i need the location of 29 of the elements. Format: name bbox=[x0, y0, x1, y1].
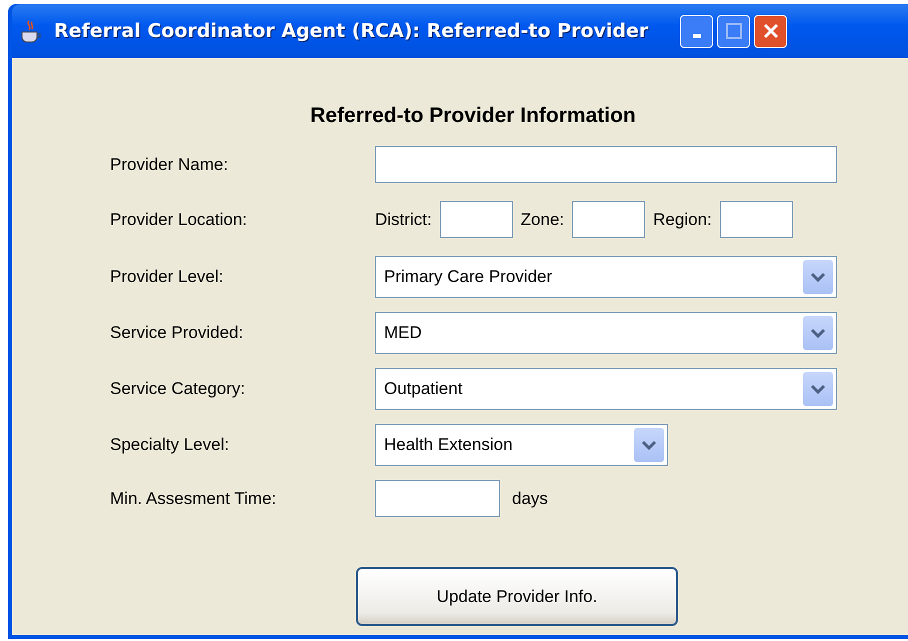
minimize-button[interactable] bbox=[680, 14, 714, 48]
field-label: Min. Assesment Time: bbox=[110, 488, 278, 508]
field-label: Specialty Level: bbox=[110, 435, 230, 455]
dropdown[interactable]: MED bbox=[375, 312, 837, 354]
input-field[interactable] bbox=[720, 201, 793, 238]
input-field[interactable] bbox=[375, 480, 500, 517]
close-icon bbox=[762, 22, 780, 40]
field-label: Service Category: bbox=[110, 379, 246, 399]
dropdown[interactable]: Outpatient bbox=[375, 368, 837, 410]
field-label: Zone: bbox=[520, 210, 564, 230]
input-field[interactable] bbox=[572, 201, 646, 238]
field-label: Service Provided: bbox=[110, 323, 244, 343]
input-field[interactable] bbox=[440, 201, 513, 238]
field-label: District: bbox=[375, 210, 432, 230]
dropdown[interactable]: Primary Care Provider bbox=[375, 256, 837, 298]
field-label: Provider Location: bbox=[110, 210, 248, 230]
field-label: Provider Level: bbox=[110, 267, 224, 287]
field-label: Provider Name: bbox=[110, 154, 230, 174]
dropdown[interactable]: Health Extension bbox=[375, 424, 668, 466]
maximize-icon bbox=[724, 22, 743, 40]
input-field[interactable] bbox=[375, 146, 837, 183]
form-heading: Referred-to Provider Information bbox=[309, 104, 637, 128]
window-title: Referral Coordinator Agent (RCA): Referred-to Provider bbox=[54, 20, 648, 42]
minimize-icon bbox=[692, 34, 701, 38]
update-button[interactable]: Update Provider Info. bbox=[356, 567, 678, 626]
close-button[interactable] bbox=[754, 14, 788, 48]
maximize-button[interactable] bbox=[717, 14, 750, 48]
field-label: Region: bbox=[653, 210, 712, 230]
unit-label: days bbox=[512, 488, 548, 508]
